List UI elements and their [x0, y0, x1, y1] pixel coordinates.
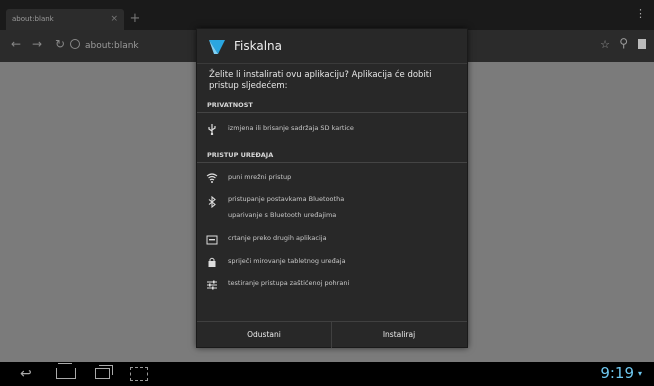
permission-item: puni mrežni pristup — [197, 169, 467, 185]
section-device-access-title: PRISTUP UREĐAJA — [197, 147, 467, 163]
permission-item: testiranje pristupa zaštićenoj pohrani — [197, 275, 467, 291]
usb-icon — [208, 124, 216, 135]
app-icon — [209, 40, 225, 54]
install-button[interactable]: Instaliraj — [332, 322, 466, 348]
app-name: Fiskalna — [234, 39, 282, 53]
section-privacy-title: PRIVATNOST — [197, 97, 467, 113]
permission-text: uparivanje s Bluetooth uređajima — [228, 211, 337, 219]
reload-icon[interactable]: ↻ — [55, 37, 65, 51]
dialog-button-bar: Odustani Instaliraj — [197, 321, 467, 348]
overflow-menu-icon[interactable]: ⋮ — [635, 8, 646, 20]
search-icon[interactable]: ⚲ — [619, 36, 628, 50]
install-question: Želite li instalirati ovu aplikaciju? Ap… — [209, 70, 432, 91]
wifi-signal-icon: ▾ — [638, 369, 643, 378]
permission-item: crtanje preko drugih aplikacija — [197, 231, 467, 247]
lock-icon — [208, 257, 216, 267]
back-arrow-icon[interactable]: ← — [11, 37, 21, 51]
permission-item: izmjena ili brisanje sadržaja SD kartice — [197, 119, 467, 135]
tab-title: about:blank — [12, 15, 54, 23]
dialog-header: Fiskalna — [197, 29, 467, 64]
permission-text: pristupanje postavkama Bluetootha — [228, 195, 345, 203]
permission-text: testiranje pristupa zaštićenoj pohrani — [228, 279, 350, 287]
permission-item: spriječi mirovanje tabletnog uređaja — [197, 253, 467, 269]
bluetooth-icon — [208, 196, 216, 208]
install-permissions-dialog: Fiskalna Želite li instalirati ovu aplik… — [196, 28, 468, 348]
star-icon[interactable]: ☆ — [600, 38, 610, 51]
permission-text: izmjena ili brisanje sadržaja SD kartice — [228, 124, 354, 132]
recent-apps-icon[interactable] — [95, 365, 113, 379]
system-navigation-bar: ↩ 9:19 ▾ — [0, 362, 654, 386]
browser-tab[interactable]: about:blank × — [6, 9, 124, 30]
browser-tab-bar: about:blank × + ⋮ — [0, 0, 654, 30]
permission-text: crtanje preko drugih aplikacija — [228, 234, 327, 242]
clock: 9:19 — [600, 364, 634, 382]
settings-sliders-icon — [207, 280, 217, 290]
overlay-icon — [206, 235, 218, 245]
back-icon[interactable]: ↩ — [20, 366, 32, 382]
close-tab-icon[interactable]: × — [110, 9, 118, 29]
permission-text: spriječi mirovanje tabletnog uređaja — [228, 257, 346, 265]
cancel-button[interactable]: Odustani — [197, 322, 332, 348]
screenshot-icon[interactable] — [130, 367, 148, 381]
home-icon[interactable] — [56, 368, 76, 379]
new-tab-button[interactable]: + — [128, 10, 142, 28]
wifi-icon — [206, 173, 218, 183]
globe-icon — [70, 39, 80, 49]
permission-text: puni mrežni pristup — [228, 173, 292, 181]
bookmarks-icon[interactable] — [638, 39, 646, 49]
url-text: about:blank — [85, 41, 139, 51]
forward-arrow-icon[interactable]: → — [32, 37, 42, 51]
permission-item: pristupanje postavkama Bluetootha upariv… — [197, 193, 467, 219]
